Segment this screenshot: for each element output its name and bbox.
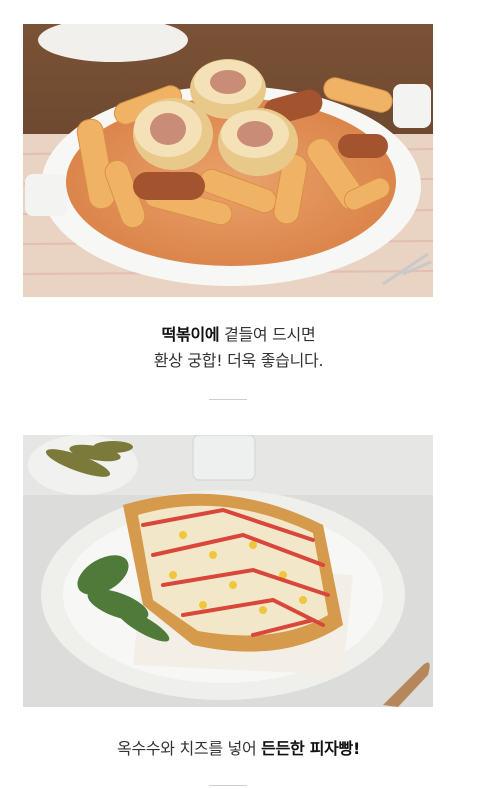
caption1-bold: 떡볶이에 bbox=[161, 325, 220, 344]
pizza-bread-photo bbox=[23, 435, 433, 707]
caption2-bold: 든든한 피자빵! bbox=[261, 739, 360, 758]
tteokbokki-photo bbox=[23, 24, 433, 297]
caption1-line1-rest: 곁들여 드시면 bbox=[219, 325, 316, 344]
section-divider bbox=[209, 785, 247, 786]
caption1-line2: 환상 궁합! 더욱 좋습니다. bbox=[153, 351, 324, 370]
caption2-start: 옥수수와 치즈를 넣어 bbox=[117, 739, 262, 758]
section-divider bbox=[209, 399, 247, 400]
tteokbokki-caption: 떡볶이에 곁들여 드시면 환상 궁합! 더욱 좋습니다. bbox=[0, 322, 477, 374]
pizza-bread-caption: 옥수수와 치즈를 넣어 든든한 피자빵! bbox=[0, 736, 477, 762]
